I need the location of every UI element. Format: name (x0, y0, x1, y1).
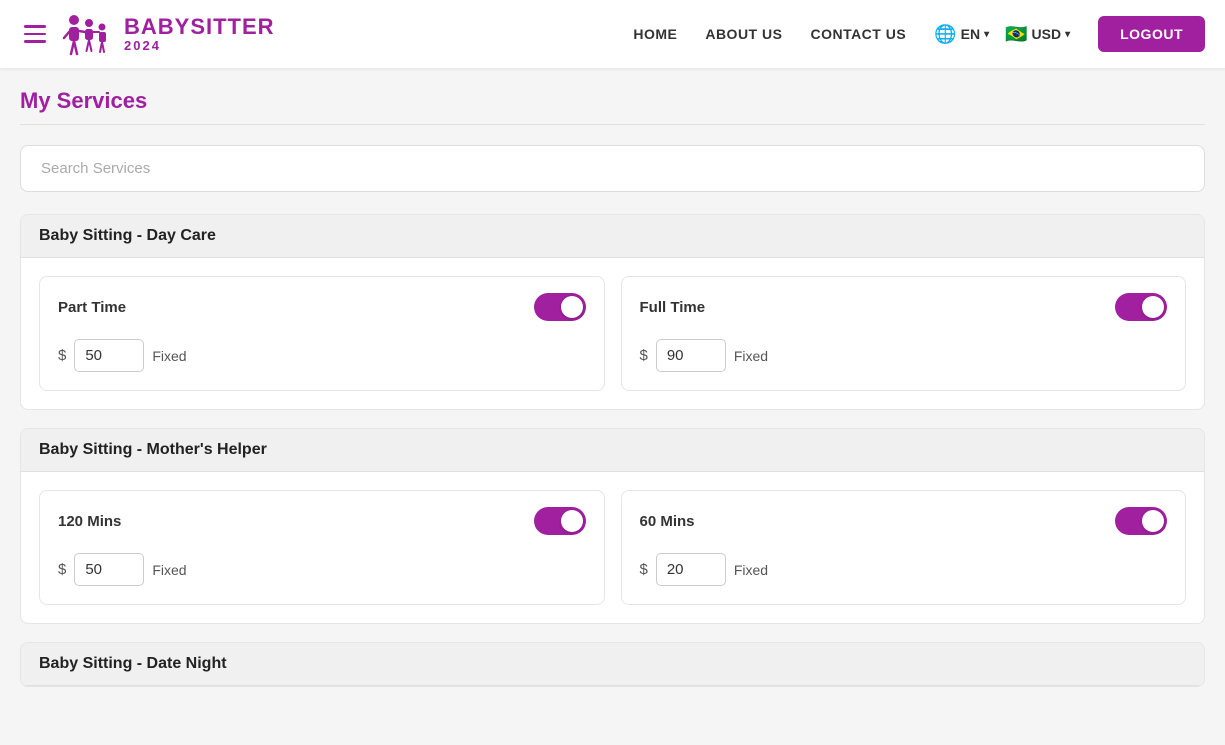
header-left: BABYSITTER 2024 (20, 10, 275, 58)
lang-chevron-icon: ▾ (984, 29, 989, 40)
price-row-full-time: $ Fixed (640, 339, 1168, 372)
toggle-120mins[interactable] (534, 507, 586, 535)
lang-currency: 🌐 EN ▾ 🇧🇷 USD ▾ (934, 24, 1070, 45)
service-section-date-night: Baby Sitting - Date Night (20, 642, 1205, 687)
option-label-120mins: 120 Mins (58, 513, 121, 530)
dollar-sign-120mins: $ (58, 561, 66, 578)
service-section-mothers-helper: Baby Sitting - Mother's Helper 120 Mins … (20, 428, 1205, 624)
logo-text: BABYSITTER 2024 (124, 15, 275, 53)
price-input-120mins[interactable] (74, 553, 144, 586)
option-header-120mins: 120 Mins (58, 507, 586, 535)
price-row-part-time: $ Fixed (58, 339, 586, 372)
language-button[interactable]: 🌐 EN ▾ (934, 24, 989, 45)
logo-icon (62, 10, 116, 58)
service-options-mothers-helper: 120 Mins $ Fixed 60 Mins (21, 472, 1204, 623)
price-input-part-time[interactable] (74, 339, 144, 372)
option-label-part-time: Part Time (58, 299, 126, 316)
page-title: My Services (20, 88, 1205, 114)
contact-link[interactable]: CONTACT US (810, 26, 906, 42)
currency-chevron-icon: ▾ (1065, 29, 1070, 40)
toggle-part-time[interactable] (534, 293, 586, 321)
option-card-120mins: 120 Mins $ Fixed (39, 490, 605, 605)
option-card-60mins: 60 Mins $ Fixed (621, 490, 1187, 605)
option-header-60mins: 60 Mins (640, 507, 1168, 535)
logout-button[interactable]: LOGOUT (1098, 16, 1205, 52)
hamburger-icon[interactable] (20, 21, 50, 47)
service-section-header-mothers-helper: Baby Sitting - Mother's Helper (21, 429, 1204, 472)
option-label-full-time: Full Time (640, 299, 706, 316)
price-type-60mins: Fixed (734, 562, 768, 578)
dollar-sign-60mins: $ (640, 561, 648, 578)
price-type-120mins: Fixed (152, 562, 186, 578)
price-row-60mins: $ Fixed (640, 553, 1168, 586)
option-label-60mins: 60 Mins (640, 513, 695, 530)
price-type-full-time: Fixed (734, 348, 768, 364)
search-input[interactable] (20, 145, 1205, 192)
header-nav: HOME ABOUT US CONTACT US 🌐 EN ▾ 🇧🇷 USD ▾… (633, 16, 1205, 52)
service-options-day-care: Part Time $ Fixed Full Time (21, 258, 1204, 409)
dollar-sign-part-time: $ (58, 347, 66, 364)
price-row-120mins: $ Fixed (58, 553, 586, 586)
currency-button[interactable]: 🇧🇷 USD ▾ (1005, 24, 1070, 45)
currency-label: USD (1032, 26, 1062, 42)
price-input-60mins[interactable] (656, 553, 726, 586)
service-section-day-care: Baby Sitting - Day Care Part Time $ Fixe… (20, 214, 1205, 410)
price-input-full-time[interactable] (656, 339, 726, 372)
logo-title: BABYSITTER (124, 15, 275, 39)
dollar-sign-full-time: $ (640, 347, 648, 364)
title-divider (20, 124, 1205, 125)
option-card-full-time: Full Time $ Fixed (621, 276, 1187, 391)
lang-label: EN (961, 26, 980, 42)
home-link[interactable]: HOME (633, 26, 677, 42)
service-section-header-date-night: Baby Sitting - Date Night (21, 643, 1204, 686)
option-card-part-time: Part Time $ Fixed (39, 276, 605, 391)
price-type-part-time: Fixed (152, 348, 186, 364)
page-content: My Services Baby Sitting - Day Care Part… (0, 68, 1225, 745)
toggle-60mins[interactable] (1115, 507, 1167, 535)
option-header-part-time: Part Time (58, 293, 586, 321)
about-link[interactable]: ABOUT US (705, 26, 782, 42)
header: BABYSITTER 2024 HOME ABOUT US CONTACT US… (0, 0, 1225, 68)
service-section-header-day-care: Baby Sitting - Day Care (21, 215, 1204, 258)
logo-year: 2024 (124, 39, 275, 53)
option-header-full-time: Full Time (640, 293, 1168, 321)
toggle-full-time[interactable] (1115, 293, 1167, 321)
logo-area: BABYSITTER 2024 (62, 10, 275, 58)
